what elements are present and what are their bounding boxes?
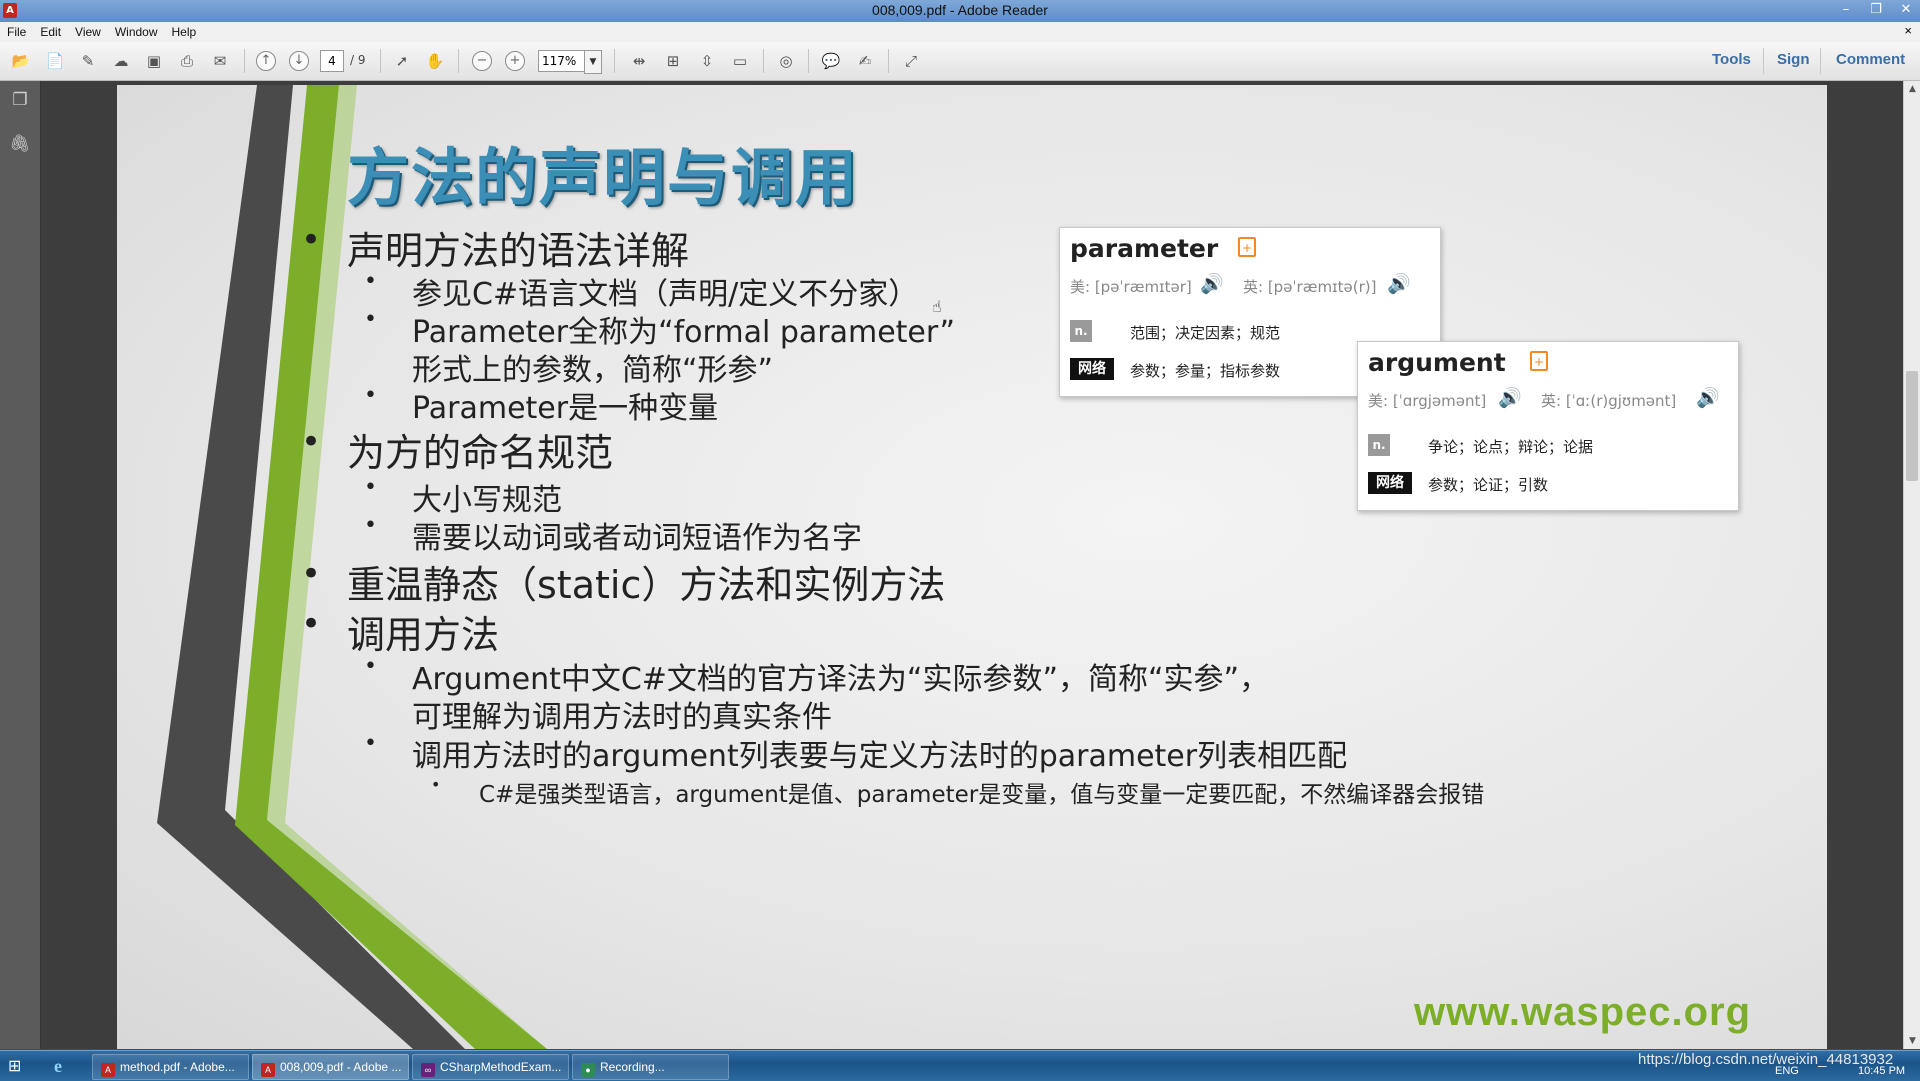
dict-us-phonetic: 美: [pəˈræmɪtər] xyxy=(1070,278,1192,296)
scrolling-mode-icon[interactable]: ⇳ xyxy=(696,50,718,72)
visual-studio-icon: ∞ xyxy=(421,1063,435,1077)
read-aloud-icon[interactable]: ◎ xyxy=(775,50,797,72)
dict-word: parameter xyxy=(1070,234,1219,263)
dict-net-definition: 参数；论证；引数 xyxy=(1428,476,1549,494)
menu-help[interactable]: Help xyxy=(165,22,204,40)
scrollbar-thumb[interactable] xyxy=(1906,371,1918,481)
menu-file[interactable]: File xyxy=(0,22,33,40)
menu-bar: File Edit View Window Help × xyxy=(0,22,1920,42)
dict-pos-badge: n. xyxy=(1368,434,1390,456)
full-screen-icon[interactable]: ▭ xyxy=(729,50,751,72)
slide-title: 方法的声明与调用 xyxy=(347,141,860,214)
slide-watermark: www.waspec.org xyxy=(1414,990,1752,1034)
bullet-item: • 调用方法时的argument列表要与定义方法时的parameter列表相匹配 xyxy=(364,731,1348,774)
bullet-item: • 调用方法 xyxy=(301,604,500,657)
speaker-icon[interactable]: 🔊 xyxy=(1696,386,1720,409)
save-icon[interactable]: ▣ xyxy=(143,50,165,72)
edit-pdf-icon[interactable]: ✎ xyxy=(77,50,99,72)
print-icon[interactable]: ⎙ xyxy=(176,50,198,72)
highlight-text-icon[interactable]: ✍ xyxy=(854,50,876,72)
dictionary-popup-argument[interactable]: argument + 美: [ˈɑrgjəmənt] 🔊 英: [ˈɑː(r)g… xyxy=(1357,341,1739,511)
taskbar-item-csharp-method[interactable]: ∞ CSharpMethodExam... xyxy=(412,1054,569,1080)
sticky-note-icon[interactable]: 💬 xyxy=(820,50,842,72)
dict-word: argument xyxy=(1368,348,1506,377)
internet-explorer-icon[interactable]: e xyxy=(54,1056,74,1076)
dict-uk-phonetic: 英: [ˈɑː(r)gjʊmənt] xyxy=(1541,392,1677,410)
dict-net-badge: 网络 xyxy=(1368,472,1412,494)
adobe-reader-icon: A xyxy=(261,1063,275,1077)
fit-page-icon[interactable]: ⊞ xyxy=(662,50,684,72)
speaker-icon[interactable]: 🔊 xyxy=(1498,386,1522,409)
pdf-page: 方法的声明与调用 • 声明方法的语法详解 • 参见C#语言文档（声明/定义不分家） … xyxy=(117,85,1827,1049)
bullet-item: • 声明方法的语法详解 xyxy=(301,220,690,273)
create-pdf-icon[interactable]: 📄 xyxy=(44,50,66,72)
bullet-item: • 重温静态（static）方法和实例方法 xyxy=(301,554,946,607)
next-page-icon[interactable]: ↓ xyxy=(289,51,309,71)
page-total: / 9 xyxy=(350,53,366,67)
vertical-scrollbar[interactable]: ▲ ▼ xyxy=(1903,81,1920,1049)
speaker-icon[interactable]: 🔊 xyxy=(1200,272,1224,295)
previous-page-icon[interactable]: ↑ xyxy=(256,51,276,71)
dict-pos-badge: n. xyxy=(1070,320,1092,342)
comment-button[interactable]: Comment xyxy=(1836,51,1905,68)
taskbar-item-method-pdf[interactable]: Amethod.pdf - Adobe... xyxy=(92,1054,249,1080)
minimize-button[interactable]: – xyxy=(1836,0,1856,20)
bullet-continuation: 可理解为调用方法时的真实条件 xyxy=(412,700,832,735)
select-pointer-icon[interactable]: ➚ xyxy=(391,50,413,72)
document-close-icon[interactable]: × xyxy=(1904,23,1912,38)
tray-clock[interactable]: 10:45 PM xyxy=(1858,1065,1905,1077)
restore-button[interactable]: ❐ xyxy=(1866,0,1886,20)
navigation-pane: ❐ 🖇 xyxy=(0,81,41,1049)
fit-width-icon[interactable]: ⇹ xyxy=(628,50,650,72)
copy-icon[interactable]: + xyxy=(1238,237,1256,257)
dict-definition: 范围；决定因素；规范 xyxy=(1130,324,1281,342)
taskbar-item-recording[interactable]: ● Recording... xyxy=(572,1054,729,1080)
copy-icon[interactable]: + xyxy=(1530,351,1548,371)
bullet-item: • 为方的命名规范 xyxy=(301,422,614,475)
open-file-icon[interactable]: 📂 xyxy=(10,50,32,72)
tray-language[interactable]: ENG xyxy=(1775,1065,1799,1077)
taskbar-item-008-009-pdf[interactable]: A 008,009.pdf - Adobe ... xyxy=(252,1054,409,1080)
toolbar: 📂 📄 ✎ ☁ ▣ ⎙ ✉ ↑ ↓ 4 / 9 ➚ ✋ − + 117% ▼ ⇹… xyxy=(0,42,1920,81)
bullet-item: • 需要以动词或者动词短语作为名字 xyxy=(364,513,862,556)
mouse-cursor-icon: ☝ xyxy=(932,297,942,316)
window-title: 008,009.pdf - Adobe Reader xyxy=(872,2,1048,18)
dict-net-definition: 参数；参量；指标参数 xyxy=(1130,362,1281,380)
adobe-reader-icon: A xyxy=(101,1063,115,1077)
email-icon[interactable]: ✉ xyxy=(209,50,231,72)
speaker-icon[interactable]: 🔊 xyxy=(1387,272,1411,295)
menu-edit[interactable]: Edit xyxy=(33,22,68,40)
recording-icon: ● xyxy=(581,1063,595,1077)
tools-button[interactable]: Tools xyxy=(1712,51,1751,68)
scroll-up-icon[interactable]: ▲ xyxy=(1904,81,1920,97)
bullet-item: • C#是强类型语言，argument是值、parameter是变量，值与变量一定… xyxy=(431,775,1485,808)
title-bar: A 008,009.pdf - Adobe Reader – ❐ ✕ xyxy=(0,0,1920,22)
menu-view[interactable]: View xyxy=(68,22,108,40)
cloud-upload-icon[interactable]: ☁ xyxy=(110,50,132,72)
menu-window[interactable]: Window xyxy=(108,22,165,40)
hand-tool-icon[interactable]: ✋ xyxy=(424,50,446,72)
close-button[interactable]: ✕ xyxy=(1896,0,1916,20)
expand-icon[interactable]: ⤢ xyxy=(900,50,922,72)
dict-us-phonetic: 美: [ˈɑrgjəmənt] xyxy=(1368,392,1487,410)
blog-watermark-url: https://blog.csdn.net/weixin_44813932 xyxy=(1638,1051,1894,1068)
taskbar: ⊞ e Amethod.pdf - Adobe... A 008,009.pdf … xyxy=(0,1050,1920,1081)
document-area: 方法的声明与调用 • 声明方法的语法详解 • 参见C#语言文档（声明/定义不分家） … xyxy=(41,81,1903,1049)
dict-net-badge: 网络 xyxy=(1070,358,1114,380)
zoom-in-icon[interactable]: + xyxy=(505,51,525,71)
dict-definition: 争论；论点；辩论；论据 xyxy=(1428,438,1594,456)
sign-button[interactable]: Sign xyxy=(1777,51,1810,68)
bullet-item: • Parameter是一种变量 xyxy=(364,383,719,426)
dict-uk-phonetic: 英: [pəˈræmɪtə(r)] xyxy=(1243,278,1377,296)
zoom-level-input[interactable]: 117% xyxy=(538,50,585,72)
windows-start-icon[interactable]: ⊞ xyxy=(8,1057,26,1075)
attachments-icon[interactable]: 🖇 xyxy=(9,133,31,155)
scroll-down-icon[interactable]: ▼ xyxy=(1904,1033,1920,1049)
page-number-input[interactable]: 4 xyxy=(320,50,344,72)
page-thumbnails-icon[interactable]: ❐ xyxy=(9,89,31,111)
zoom-dropdown-icon[interactable]: ▼ xyxy=(584,50,602,74)
zoom-out-icon[interactable]: − xyxy=(472,51,492,71)
